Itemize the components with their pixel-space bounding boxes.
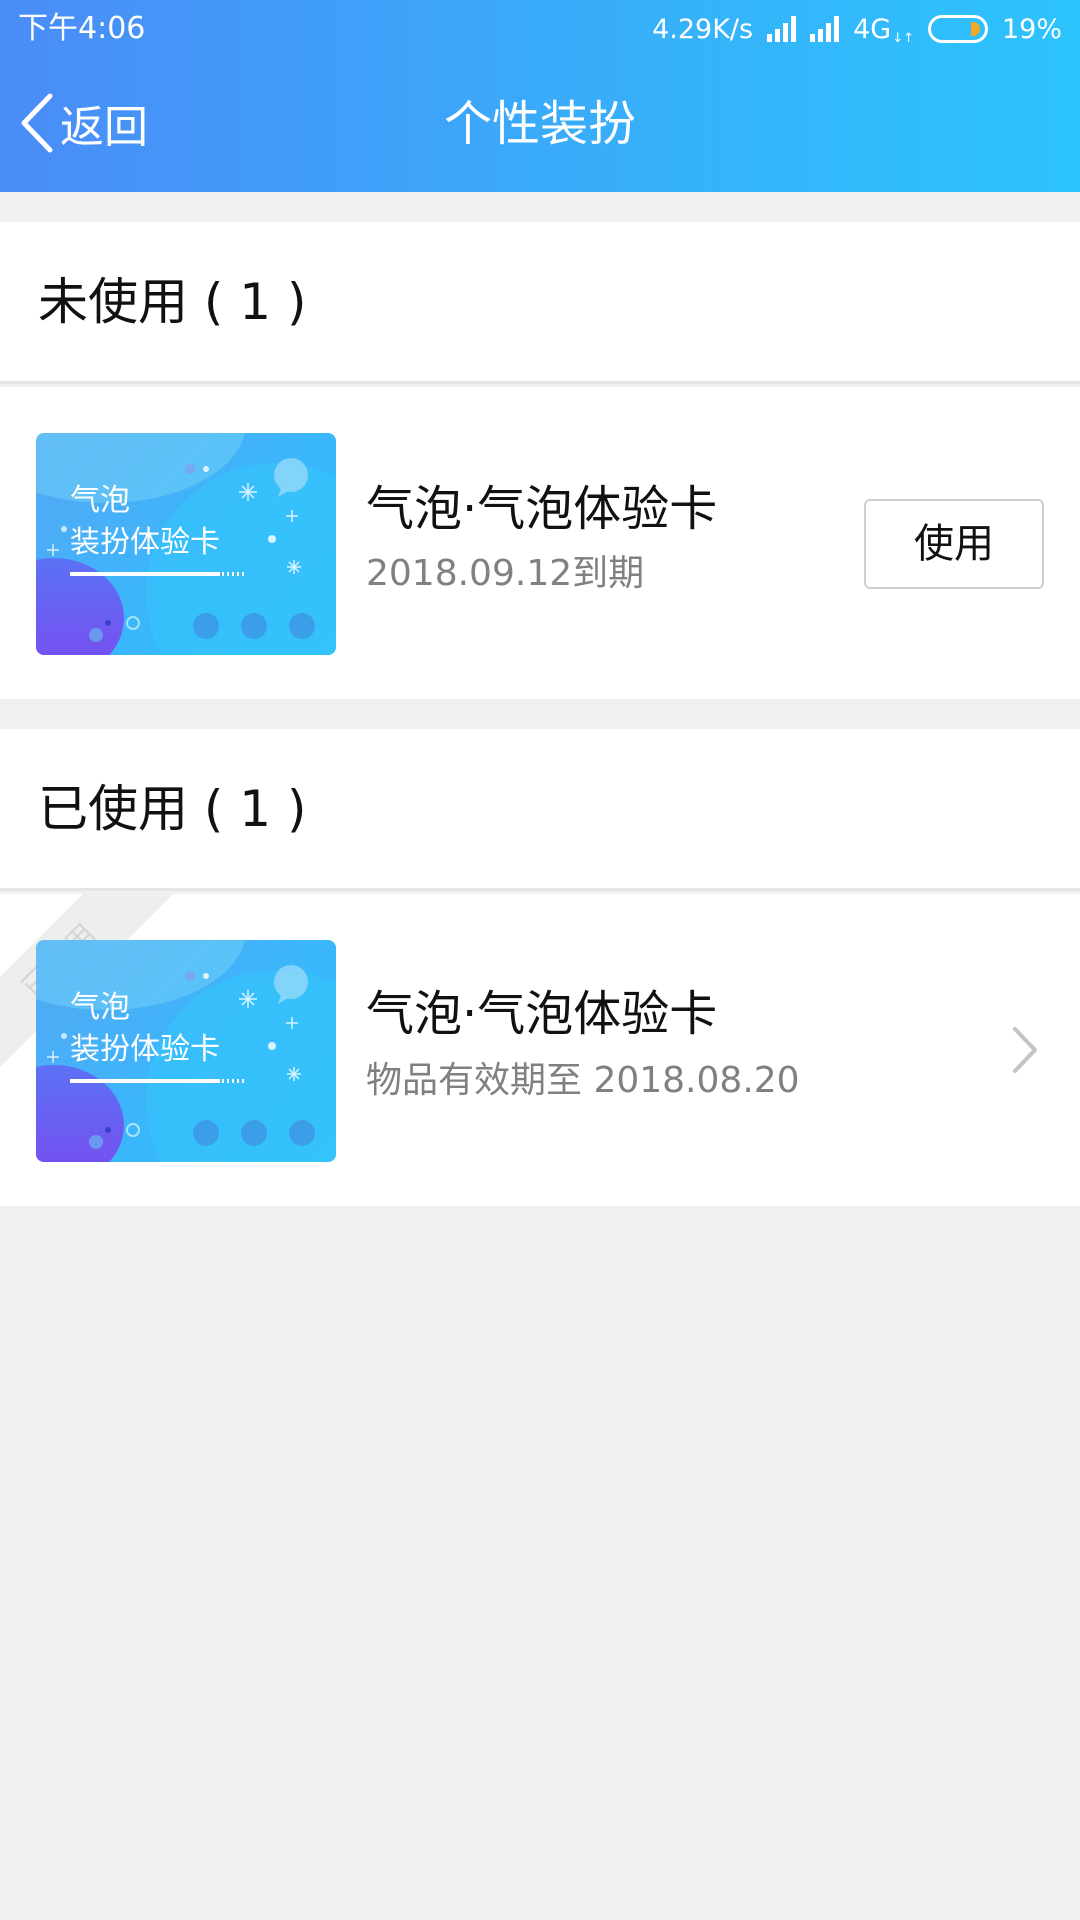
unused-section-header: 未使用 ( 1 ) (0, 222, 1080, 384)
item-validity: 物品有效期至 2018.08.20 (366, 1060, 800, 1101)
page-title: 个性装扮 (443, 96, 636, 152)
status-time: 下午4:06 (18, 11, 146, 46)
signal-icon (767, 16, 797, 42)
item-title: 气泡·气泡体验卡 (366, 481, 718, 537)
unused-item-row[interactable]: 气泡 装扮体验卡 气泡·气泡体验卡 2018.09.12到期 使用 (0, 387, 1080, 699)
network-type: 4G ↓↑ (853, 14, 914, 45)
used-section-header: 已使用 ( 1 ) (0, 729, 1080, 891)
status-bar: 下午4:06 4.29K/s 4G ↓↑ 19% (0, 0, 1080, 58)
network-type-label: 4G (853, 13, 892, 45)
item-title: 气泡·气泡体验卡 (366, 986, 718, 1042)
card-title-line2: 装扮体验卡 (70, 1032, 220, 1067)
bubble-card-thumbnail: 气泡 装扮体验卡 (36, 433, 336, 655)
card-underline (70, 572, 220, 576)
card-title-line1: 气泡 (70, 990, 130, 1025)
card-underline-dots (222, 1079, 244, 1083)
data-arrows-icon: ↓↑ (892, 30, 914, 46)
used-item-row[interactable]: 已使用 (0, 894, 1080, 1206)
status-indicators: 4.29K/s 4G ↓↑ 19% (652, 10, 1062, 48)
use-button[interactable]: 使用 (864, 499, 1044, 589)
title-bar: 返回 个性装扮 (0, 58, 1080, 192)
card-title-line1: 气泡 (70, 483, 130, 518)
item-expiry: 2018.09.12到期 (366, 553, 645, 594)
bubble-card-thumbnail: 气泡 装扮体验卡 (36, 940, 336, 1162)
card-underline (70, 1079, 220, 1083)
chevron-right-icon[interactable] (1010, 1024, 1040, 1076)
battery-level (970, 22, 980, 36)
unused-section-title: 未使用 ( 1 ) (38, 273, 307, 331)
card-title-line2: 装扮体验卡 (70, 525, 220, 560)
app-header: 下午4:06 4.29K/s 4G ↓↑ 19% 返回 个性装扮 (0, 0, 1080, 192)
card-underline-dots (222, 572, 244, 576)
used-section-title: 已使用 ( 1 ) (38, 780, 307, 838)
network-speed: 4.29K/s (652, 13, 754, 45)
battery-icon (927, 15, 988, 43)
signal-icon (810, 16, 840, 42)
battery-percent: 19% (1001, 13, 1062, 45)
